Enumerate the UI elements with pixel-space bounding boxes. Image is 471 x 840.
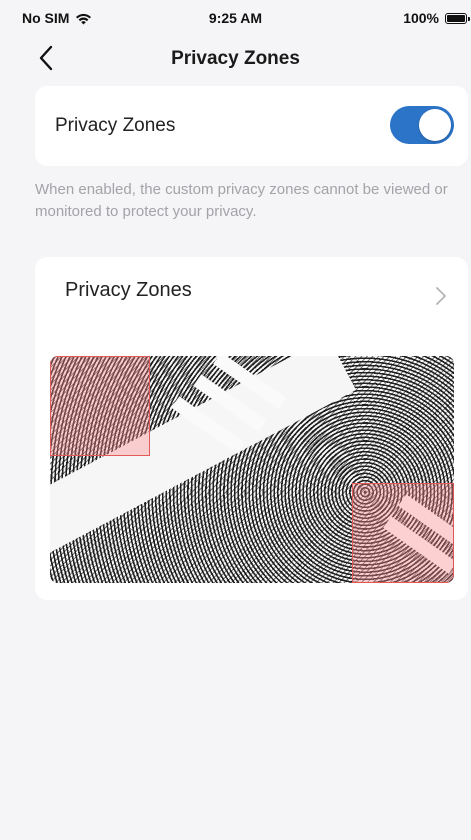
privacy-zones-row[interactable]: Privacy Zones xyxy=(35,257,468,347)
clock: 9:25 AM xyxy=(208,10,263,26)
camera-preview[interactable] xyxy=(50,356,454,583)
page-title: Privacy Zones xyxy=(171,48,300,69)
status-bar: No SIM 9:25 AM 100% xyxy=(0,0,471,36)
status-right: 100% xyxy=(403,10,470,26)
switch-knob xyxy=(419,109,451,141)
privacy-zone-2[interactable] xyxy=(352,483,454,583)
privacy-zones-description: When enabled, the custom privacy zones c… xyxy=(35,181,448,220)
battery-icon xyxy=(445,12,470,24)
chevron-right-icon xyxy=(436,287,446,305)
privacy-zones-toggle-label: Privacy Zones xyxy=(55,115,176,136)
privacy-zones-card: Privacy Zones xyxy=(35,257,468,600)
privacy-zone-1[interactable] xyxy=(50,356,150,456)
privacy-zones-row-label: Privacy Zones xyxy=(65,279,192,301)
navigation-bar: Privacy Zones xyxy=(0,36,471,80)
battery-percent: 100% xyxy=(403,10,439,26)
privacy-zones-toggle-card: Privacy Zones xyxy=(35,86,468,166)
privacy-zones-switch[interactable] xyxy=(390,106,454,144)
